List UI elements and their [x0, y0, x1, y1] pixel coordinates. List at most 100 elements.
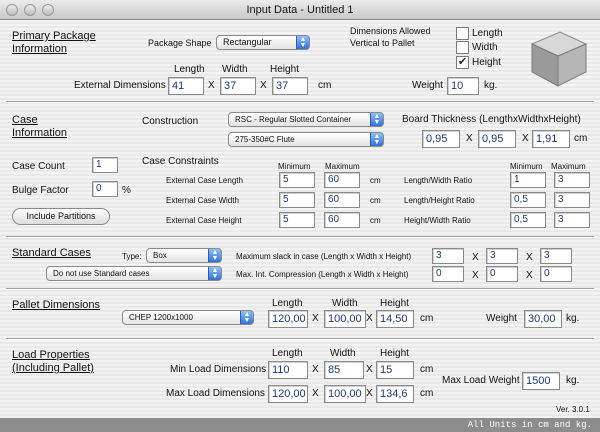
ext-case-length-max-input[interactable]: 60 — [324, 172, 360, 188]
max-load-weight-unit: kg. — [566, 375, 580, 386]
compression-width-input[interactable]: 0 — [486, 266, 518, 282]
primary-height-header: Height — [270, 64, 299, 75]
pallet-type-value: CHEP 1200x1000 — [129, 313, 193, 322]
ext-case-width-min-input[interactable]: 5 — [279, 192, 315, 208]
pallet-height-header: Height — [380, 298, 409, 309]
dims-allowed-label-line1: Dimensions Allowed — [350, 26, 431, 36]
length-width-ratio-label: Length/Width Ratio — [404, 176, 473, 185]
primary-section-title-line1: Primary Package — [12, 30, 96, 42]
pallet-dimensions-title: Pallet Dimensions — [12, 299, 101, 311]
ext-case-height-max-input[interactable]: 60 — [324, 212, 360, 228]
pallet-height-input[interactable]: 14,50 — [376, 310, 414, 328]
height-width-ratio-min-input[interactable]: 0,5 — [510, 212, 546, 228]
vertical-length-checkbox[interactable] — [456, 27, 469, 40]
pallet-type-select[interactable]: CHEP 1200x1000 ▲ ▼ — [122, 310, 254, 325]
zoom-window-icon[interactable] — [42, 4, 54, 16]
load-width-header: Width — [330, 348, 356, 359]
times-sign: X — [472, 252, 479, 263]
section-divider — [6, 101, 594, 103]
pallet-width-input[interactable]: 100,00 — [324, 310, 366, 328]
slack-height-input[interactable]: 3 — [540, 248, 572, 264]
vertical-height-checkbox[interactable]: ✔ — [456, 56, 469, 69]
slack-width-input[interactable]: 3 — [486, 248, 518, 264]
constraints-max-header: Maximum — [325, 162, 360, 171]
times-sign: X — [526, 252, 533, 263]
chevron-updown-icon: ▲ ▼ — [208, 249, 221, 262]
height-width-ratio-label: Height/Width Ratio — [404, 216, 471, 225]
min-load-width-input[interactable]: 85 — [324, 361, 364, 379]
max-load-weight-input[interactable]: 1500 — [522, 372, 560, 390]
length-height-ratio-min-input[interactable]: 0,5 — [510, 192, 546, 208]
case-count-input[interactable]: 1 — [92, 157, 118, 173]
include-partitions-button[interactable]: Include Partitions — [12, 208, 110, 225]
board-thickness-label: Board Thickness (LengthxWidthxHeight) — [402, 114, 581, 125]
chevron-updown-icon: ▲ ▼ — [240, 311, 253, 324]
flute-value: 275-350#C Flute — [235, 135, 295, 144]
pallet-unit: cm — [420, 313, 434, 324]
chevron-updown-icon: ▲ ▼ — [370, 133, 383, 146]
board-length-input[interactable]: 0,95 — [422, 130, 460, 148]
case-count-label: Case Count — [12, 161, 65, 172]
load-properties-title-line2: (Including Pallet) — [12, 362, 94, 374]
load-length-header: Length — [272, 348, 303, 359]
bulge-factor-input[interactable]: 0 — [92, 181, 118, 197]
max-load-length-input[interactable]: 120,00 — [268, 385, 308, 403]
package-shape-select[interactable]: Rectangular ▲ ▼ — [216, 35, 310, 50]
min-load-unit: cm — [420, 364, 434, 375]
primary-width-header: Width — [222, 64, 248, 75]
ext-case-length-min-input[interactable]: 5 — [279, 172, 315, 188]
primary-dims-unit: cm — [318, 80, 332, 91]
board-width-input[interactable]: 0,95 — [478, 130, 516, 148]
dims-allowed-label-line2: Vertical to Pallet — [350, 38, 415, 48]
length-height-ratio-max-input[interactable]: 3 — [554, 192, 590, 208]
pallet-length-input[interactable]: 120,00 — [268, 310, 308, 328]
times-sign: X — [260, 80, 267, 91]
close-window-icon[interactable] — [6, 4, 18, 16]
case-constraints-label: Case Constraints — [142, 156, 219, 167]
package-shape-value: Rectangular — [223, 37, 272, 47]
compression-height-input[interactable]: 0 — [540, 266, 572, 282]
section-divider — [6, 288, 594, 290]
primary-weight-input[interactable]: 10 — [447, 77, 479, 95]
standard-type-select[interactable]: Box ▲ ▼ — [146, 248, 222, 263]
length-height-ratio-label: Length/Height Ratio — [404, 196, 475, 205]
max-load-height-input[interactable]: 134,6 — [376, 385, 414, 403]
min-load-length-input[interactable]: 110 — [268, 361, 308, 379]
length-width-ratio-max-input[interactable]: 3 — [554, 172, 590, 188]
times-sign: X — [472, 270, 479, 281]
vertical-width-checkbox[interactable] — [456, 41, 469, 54]
primary-section-title-line2: Information — [12, 43, 68, 55]
standard-cases-select[interactable]: Do not use Standard cases ▲ ▼ — [46, 266, 222, 281]
ext-case-length-label: External Case Length — [166, 176, 243, 185]
primary-height-input[interactable]: 37 — [272, 77, 308, 95]
ext-case-height-min-input[interactable]: 5 — [279, 212, 315, 228]
max-load-width-input[interactable]: 100,00 — [324, 385, 366, 403]
external-dimensions-label: External Dimensions — [74, 80, 166, 91]
ext-case-width-max-input[interactable]: 60 — [324, 192, 360, 208]
pallet-weight-input[interactable]: 30,00 — [524, 310, 562, 328]
times-sign: X — [312, 364, 319, 375]
primary-weight-unit: kg. — [484, 80, 498, 91]
times-sign: X — [312, 388, 319, 399]
ext-case-height-unit: cm — [370, 216, 381, 225]
ext-case-height-label: External Case Height — [166, 216, 242, 225]
pallet-length-header: Length — [272, 298, 303, 309]
times-sign: X — [208, 80, 215, 91]
minimize-window-icon[interactable] — [24, 4, 36, 16]
flute-select[interactable]: 275-350#C Flute ▲ ▼ — [228, 132, 384, 147]
construction-value: RSC - Regular Slotted Container — [235, 115, 352, 124]
ratio-min-header: Minimum — [510, 162, 543, 171]
min-load-height-input[interactable]: 15 — [376, 361, 414, 379]
primary-width-input[interactable]: 37 — [220, 77, 256, 95]
slack-length-input[interactable]: 3 — [432, 248, 464, 264]
max-slack-label: Maximum slack in case (Length x Width x … — [236, 252, 412, 261]
height-width-ratio-max-input[interactable]: 3 — [554, 212, 590, 228]
load-properties-title-line1: Load Properties — [12, 349, 90, 361]
package-shape-label: Package Shape — [148, 38, 212, 48]
checkmark-icon: ✔ — [457, 56, 468, 68]
construction-select[interactable]: RSC - Regular Slotted Container ▲ ▼ — [228, 112, 384, 127]
compression-length-input[interactable]: 0 — [432, 266, 464, 282]
board-height-input[interactable]: 1,91 — [532, 130, 570, 148]
length-width-ratio-min-input[interactable]: 1 — [510, 172, 546, 188]
primary-length-input[interactable]: 41 — [168, 77, 204, 95]
